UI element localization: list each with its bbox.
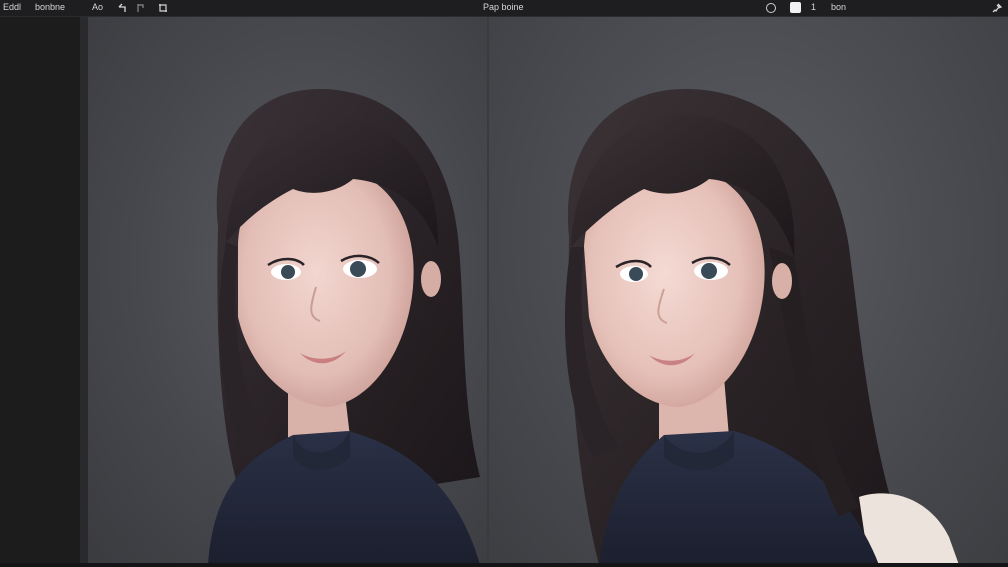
count-label: 1 xyxy=(811,2,817,12)
portrait-image-left[interactable] xyxy=(88,17,489,565)
redo-icon[interactable] xyxy=(133,1,147,15)
portrait-image-right[interactable] xyxy=(489,17,1008,565)
left-sidebar xyxy=(0,17,80,567)
square-icon[interactable] xyxy=(790,2,801,13)
crop-icon[interactable] xyxy=(156,1,170,15)
image-canvas[interactable] xyxy=(88,17,1008,565)
portrait-left-illustration xyxy=(208,88,480,565)
app-label[interactable]: Eddl xyxy=(3,2,21,13)
info-circle-icon[interactable] xyxy=(766,3,776,13)
undo-icon[interactable] xyxy=(115,1,129,15)
top-toolbar: Eddl bonbne Ao Pap boine 1 bon xyxy=(0,0,1008,17)
bottom-strip xyxy=(0,563,1008,567)
tool-label[interactable]: Ao xyxy=(92,2,103,13)
portrait-right-illustration xyxy=(564,88,959,565)
document-title: Pap boine xyxy=(483,2,524,12)
pin-icon[interactable] xyxy=(990,1,1004,15)
menu-label[interactable]: bonbne xyxy=(35,2,65,13)
right-label[interactable]: bon xyxy=(831,2,846,13)
sidebar-edge xyxy=(80,17,88,567)
